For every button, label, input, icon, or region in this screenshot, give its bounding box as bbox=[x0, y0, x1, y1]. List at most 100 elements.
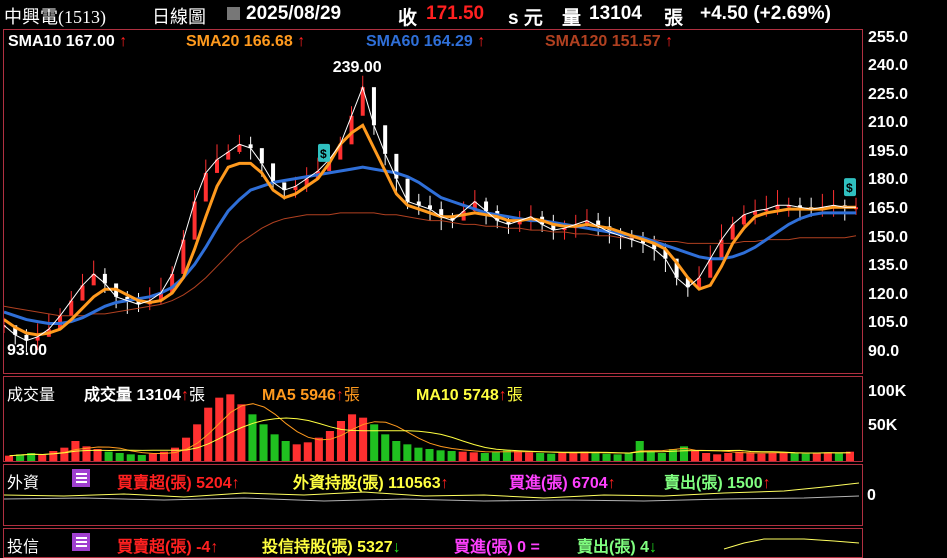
volume-bar bbox=[193, 424, 202, 461]
foreign-holding: 外資持股(張) 110563↑ bbox=[293, 475, 449, 492]
volume-bar bbox=[602, 453, 611, 461]
volume-bar bbox=[469, 452, 478, 461]
price-tick-label: 225.0 bbox=[868, 85, 909, 103]
trust-net: 買賣超(張) -4↑ bbox=[117, 539, 219, 556]
price-tick-label: 255.0 bbox=[868, 28, 909, 46]
volume-bar bbox=[691, 451, 700, 461]
volume-bar bbox=[425, 449, 434, 461]
volume-bar bbox=[49, 451, 58, 461]
volume-bar bbox=[646, 451, 655, 461]
volume-bar bbox=[38, 455, 47, 461]
price-tick-label: 150.0 bbox=[868, 228, 909, 246]
sma60-line bbox=[4, 165, 856, 325]
volume-bar bbox=[624, 453, 633, 461]
sma60-legend: SMA60 164.29 ↑ bbox=[366, 33, 486, 50]
volume-bar bbox=[215, 397, 224, 461]
foreign-buy: 買進(張) 6704↑ bbox=[509, 475, 616, 492]
volume-bar bbox=[60, 447, 69, 461]
price-tick-label: 165.0 bbox=[868, 200, 909, 218]
volume-tick-label: 100K bbox=[868, 383, 907, 401]
sma20-legend: SMA20 166.68 ↑ bbox=[186, 33, 306, 50]
volume-bar bbox=[823, 452, 832, 461]
volume-bar bbox=[480, 453, 489, 461]
price-tick-label: 105.0 bbox=[868, 314, 909, 332]
ma10-legend: MA10 5748↑張 bbox=[416, 387, 523, 404]
low-annotation: 93.00 bbox=[7, 342, 47, 359]
foreign-axis-zero: 0 bbox=[867, 487, 876, 504]
volume-bar bbox=[392, 441, 401, 461]
volume-bar bbox=[525, 452, 534, 461]
volume-bar bbox=[381, 434, 390, 461]
price-tick-label: 195.0 bbox=[868, 142, 909, 160]
volume-tick-label: 50K bbox=[868, 416, 898, 434]
volume-bar bbox=[5, 455, 14, 461]
price-tick-label: 120.0 bbox=[868, 285, 909, 303]
volume-bar bbox=[259, 424, 268, 461]
volume-bar bbox=[491, 451, 500, 461]
volume-bar bbox=[403, 444, 412, 461]
trust-buy: 買進(張) 0 = bbox=[454, 539, 540, 556]
volume-bar bbox=[613, 454, 622, 461]
volume-bar bbox=[226, 394, 235, 461]
volume-bar bbox=[126, 454, 135, 461]
price-tick-label: 180.0 bbox=[868, 171, 909, 189]
trust-panel: 投信 買賣超(張) -4↑ 投信持股(張) 5327↓ 買進(張) 0 = 賣出… bbox=[3, 528, 863, 558]
trust-sell: 賣出(張) 4↓ bbox=[577, 539, 658, 556]
high-annotation: 239.00 bbox=[333, 59, 382, 76]
chart-type: 日線圖 bbox=[152, 7, 206, 27]
volume-label: 量 bbox=[562, 8, 582, 29]
volume-bar bbox=[270, 434, 279, 461]
volume-bar bbox=[790, 453, 799, 461]
volume-bar bbox=[558, 453, 567, 461]
volume-bar bbox=[547, 453, 556, 461]
volume-bar bbox=[148, 453, 157, 461]
trust-holding: 投信持股(張) 5327↓ bbox=[262, 539, 401, 556]
volume-bar bbox=[348, 414, 357, 461]
foreign-title: 外資 bbox=[7, 475, 40, 492]
price-tick-label: 90.0 bbox=[868, 342, 900, 360]
volume-legend: 成交量 13104↑張 bbox=[84, 387, 205, 404]
volume-bar bbox=[336, 421, 346, 461]
volume-bar bbox=[325, 431, 334, 461]
stock-name: 中興電(1513) bbox=[4, 7, 106, 27]
volume-bar bbox=[779, 452, 788, 461]
volume-value: 13104 bbox=[589, 3, 642, 24]
header-bar: 中興電(1513) 日線圖 2025/08/29 收 171.50 s 元 量 … bbox=[0, 0, 947, 29]
volume-bar bbox=[768, 453, 777, 461]
dollar-icon-glyph: $ bbox=[320, 147, 327, 161]
volume-bar bbox=[447, 451, 456, 461]
trust-menu-icon[interactable] bbox=[72, 533, 94, 551]
volume-bar bbox=[414, 447, 423, 461]
volume-panel: 成交量 成交量 13104↑張 MA5 5946↑張 MA10 5748↑張 bbox=[3, 376, 863, 462]
volume-bar bbox=[281, 441, 290, 461]
foreign-net: 買賣超(張) 5204↑ bbox=[117, 475, 240, 492]
volume-bar bbox=[513, 451, 523, 461]
price-tick-label: 240.0 bbox=[868, 57, 909, 75]
volume-bar bbox=[115, 453, 124, 461]
volume-bar bbox=[303, 442, 312, 461]
volume-ma5-line bbox=[9, 403, 851, 457]
close-label: 收 bbox=[398, 8, 418, 29]
foreign-menu-icon[interactable] bbox=[72, 469, 94, 487]
volume-bar bbox=[314, 437, 323, 461]
volume-bar bbox=[292, 444, 301, 461]
volume-bar bbox=[657, 453, 666, 461]
volume-bar bbox=[834, 453, 843, 461]
price-change: +4.50 (+2.69%) bbox=[700, 3, 831, 24]
dropdown-icon[interactable] bbox=[227, 7, 240, 20]
volume-bar bbox=[569, 452, 578, 461]
date-label: 2025/08/29 bbox=[246, 3, 342, 24]
volume-bar bbox=[137, 455, 146, 461]
volume-bar bbox=[436, 450, 445, 461]
volume-bar bbox=[812, 453, 821, 461]
close-value: 171.50 bbox=[426, 3, 485, 24]
volume-bar bbox=[248, 414, 257, 461]
ma5-legend: MA5 5946↑張 bbox=[262, 387, 360, 404]
volume-bar bbox=[237, 404, 246, 461]
volume-title: 成交量 bbox=[7, 387, 56, 404]
price-panel: 239.00 93.00 $ $ SMA10 167.00 ↑ SMA20 166.6… bbox=[3, 29, 863, 374]
price-chart: 239.00 93.00 $ $ bbox=[4, 59, 858, 359]
foreign-panel: 外資 買賣超(張) 5204↑ 外資持股(張) 110563↑ 買進(張) 67… bbox=[3, 464, 863, 526]
foreign-sell: 賣出(張) 1500↑ bbox=[664, 475, 771, 492]
sma120-legend: SMA120 151.57 ↑ bbox=[545, 33, 674, 50]
